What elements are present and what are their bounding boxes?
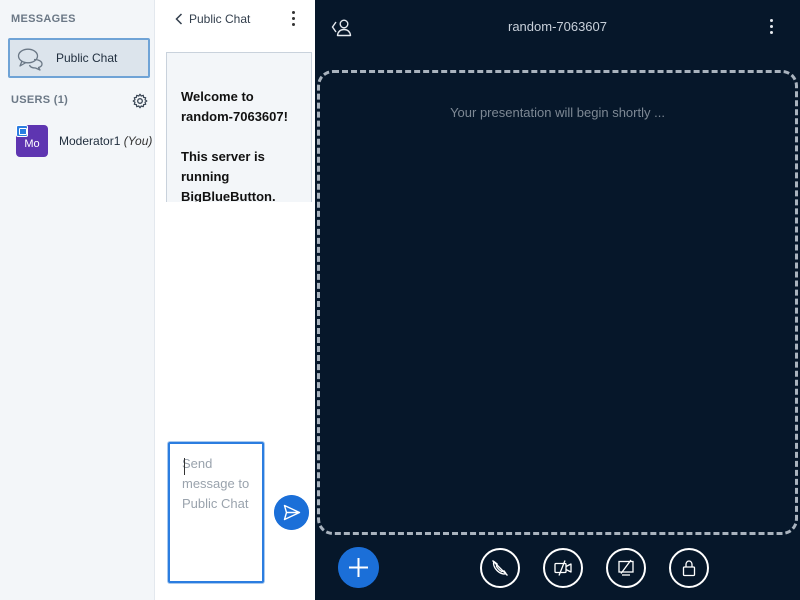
kebab-menu-icon[interactable]	[290, 11, 296, 27]
chat-header: Public Chat	[155, 0, 315, 38]
lock-settings-button[interactable]	[669, 548, 709, 588]
join-audio-button[interactable]	[480, 548, 520, 588]
welcome-line-2: This server is running BigBlueButton.	[181, 149, 276, 202]
presenter-badge-icon	[16, 125, 28, 137]
camera-off-icon	[554, 560, 572, 576]
user-name-text: Moderator1	[59, 134, 121, 148]
chat-title[interactable]: Public Chat	[189, 12, 250, 26]
presentation-slide-placeholder: Your presentation will begin shortly ...	[317, 70, 798, 535]
room-title: random-7063607	[507, 19, 608, 34]
presentation-area: random-7063607 Your presentation will be…	[315, 0, 800, 600]
main-kebab-menu-icon[interactable]	[768, 19, 774, 35]
user-list-item[interactable]: Mo Moderator1 (You)	[16, 125, 156, 159]
text-caret	[184, 458, 185, 475]
screenshare-off-icon	[618, 559, 634, 576]
lock-icon	[682, 560, 696, 577]
welcome-line-1: Welcome to random-7063607!	[181, 89, 288, 124]
public-chat-item[interactable]: Public Chat	[8, 38, 150, 78]
actions-plus-button[interactable]	[338, 547, 379, 588]
avatar-initials: Mo	[24, 138, 40, 150]
user-list-panel: MESSAGES Public Chat USERS (1) Mo Modera…	[0, 0, 155, 600]
messages-section-title: MESSAGES	[11, 13, 76, 25]
user-name: Moderator1 (You)	[59, 134, 152, 148]
share-screen-button[interactable]	[606, 548, 646, 588]
send-button[interactable]	[274, 495, 309, 530]
chevron-left-icon[interactable]	[175, 13, 183, 25]
phone-muted-icon	[492, 560, 508, 576]
users-section-title: USERS (1)	[11, 94, 69, 106]
message-input-box[interactable]	[168, 442, 264, 583]
welcome-message: Welcome to random-7063607! This server i…	[166, 52, 312, 202]
you-tag: (You)	[123, 134, 153, 148]
presentation-placeholder-text: Your presentation will begin shortly ...	[450, 105, 665, 120]
chat-panel: Public Chat Welcome to random-7063607! T…	[155, 0, 315, 600]
speech-bubbles-icon	[17, 48, 43, 71]
public-chat-label: Public Chat	[56, 51, 118, 65]
share-webcam-button[interactable]	[543, 548, 583, 588]
gear-icon[interactable]	[132, 93, 148, 109]
